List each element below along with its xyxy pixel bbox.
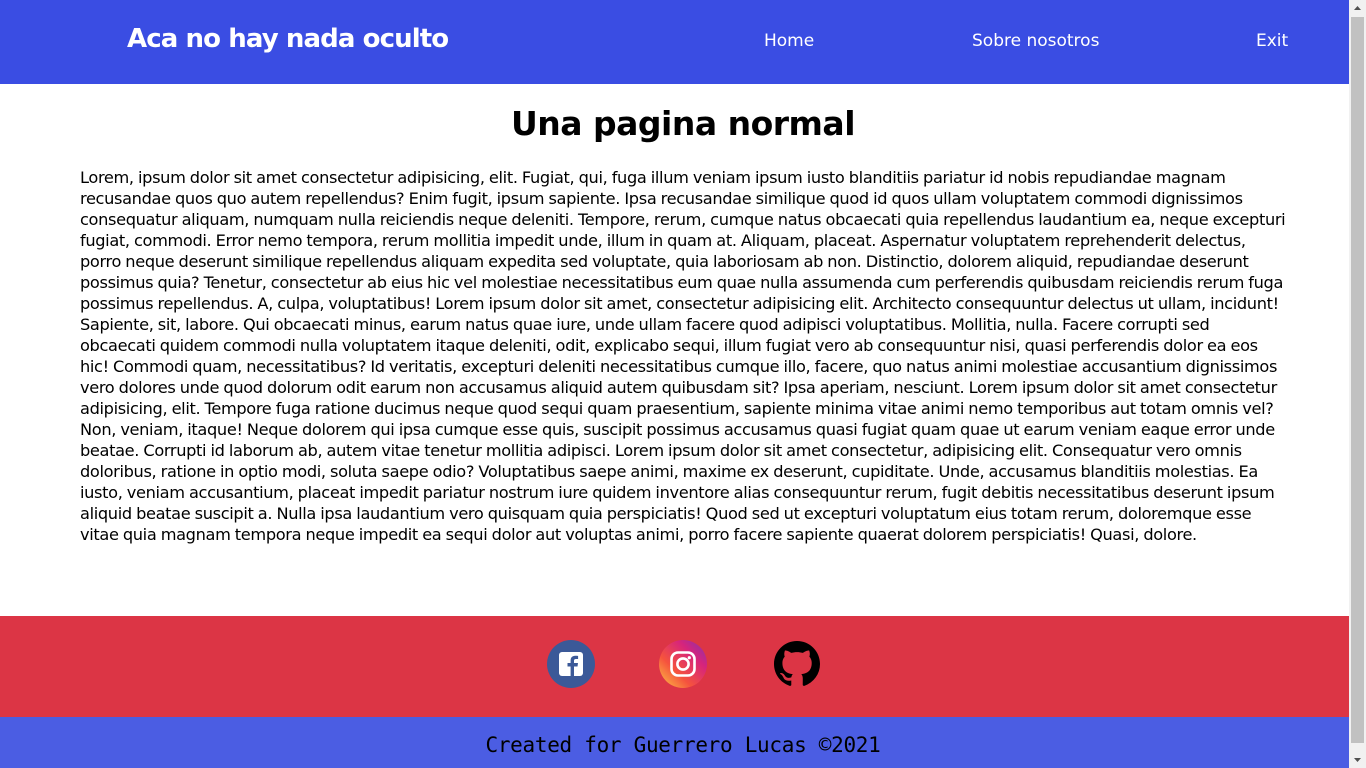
brand-title: Aca no hay nada oculto xyxy=(127,24,449,54)
nav-link-home[interactable]: Home xyxy=(764,31,814,51)
scroll-down-arrow-icon[interactable] xyxy=(1349,751,1366,768)
vertical-scrollbar[interactable] xyxy=(1349,0,1366,768)
scrollbar-thumb[interactable] xyxy=(1351,17,1364,743)
main-content: Una pagina normal Lorem, ipsum dolor sit… xyxy=(0,84,1349,616)
instagram-icon[interactable] xyxy=(658,639,708,689)
facebook-icon[interactable] xyxy=(546,639,596,689)
social-links-bar xyxy=(0,616,1349,717)
github-icon[interactable] xyxy=(772,639,822,689)
body-paragraph: Lorem, ipsum dolor sit amet consectetur … xyxy=(80,168,1286,544)
scroll-up-arrow-icon[interactable] xyxy=(1349,0,1366,17)
footer-credit: Created for Guerrero Lucas ©2021 xyxy=(485,733,881,757)
nav-link-exit[interactable]: Exit xyxy=(1256,31,1288,51)
nav-link-sobre-nosotros[interactable]: Sobre nosotros xyxy=(972,31,1099,51)
navbar: Aca no hay nada oculto Home Sobre nosotr… xyxy=(0,0,1349,84)
page-title: Una pagina normal xyxy=(510,104,856,143)
footer: Created for Guerrero Lucas ©2021 xyxy=(0,717,1349,768)
